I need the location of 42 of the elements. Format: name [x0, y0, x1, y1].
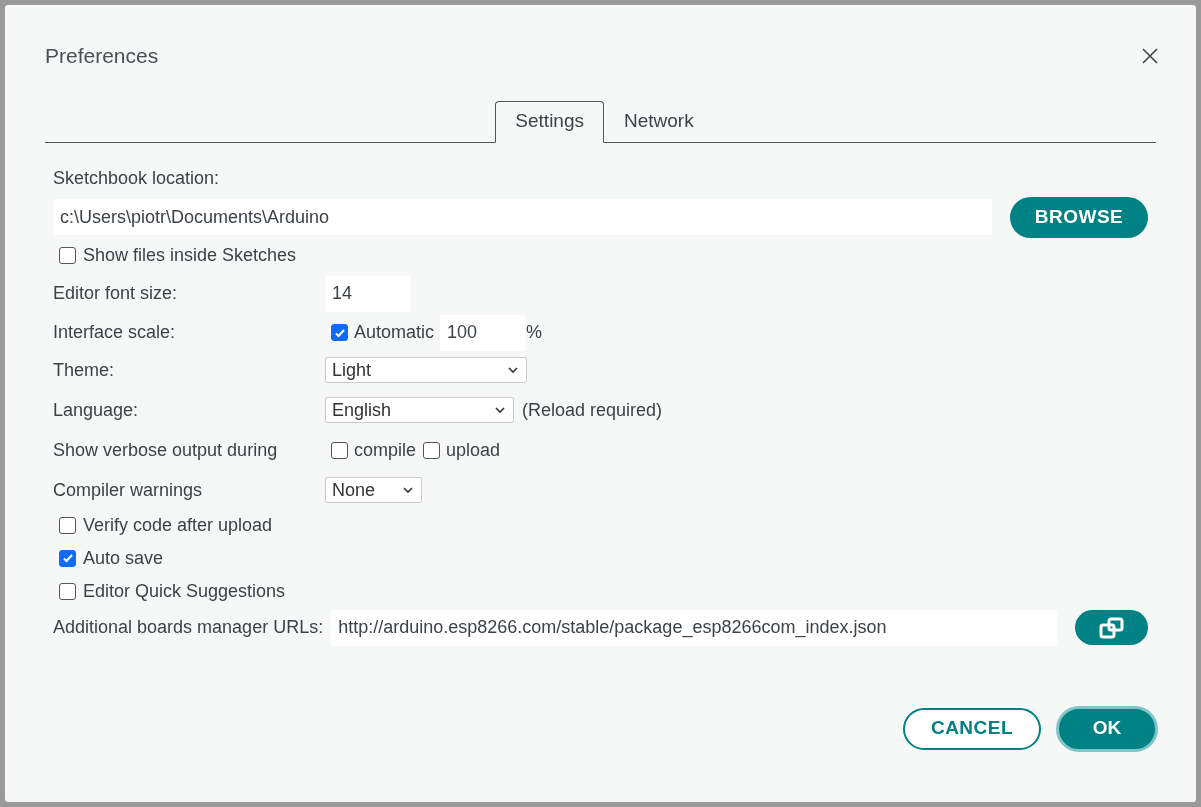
- checkbox[interactable]: [59, 516, 76, 534]
- checkbox[interactable]: [331, 324, 348, 341]
- field-label: Editor font size:: [53, 282, 179, 305]
- checkbox-label: compile: [354, 438, 417, 462]
- checkbox[interactable]: [59, 246, 76, 264]
- checkbox-label: Show files inside Sketches: [83, 243, 297, 267]
- unit-label: %: [526, 321, 543, 344]
- input-field[interactable]: 100: [440, 314, 526, 351]
- cancel-button[interactable]: CANCEL: [903, 707, 1041, 750]
- language-dropdown[interactable]: English: [325, 397, 514, 423]
- checkmark-icon: [61, 552, 74, 564]
- input-field[interactable]: http://arduino.esp8266.com/stable/package_esp8266com_index.json: [331, 609, 1057, 646]
- checkbox-label: upload: [446, 438, 501, 462]
- checkbox-label: Editor Quick Suggestions: [83, 579, 286, 603]
- field-label: Sketchbook location:: [53, 166, 221, 190]
- tab[interactable]: Network: [604, 100, 714, 143]
- close-button[interactable]: [1141, 46, 1159, 65]
- checkbox-label: Automatic: [354, 321, 435, 344]
- checkbox[interactable]: [423, 441, 441, 459]
- browse-button[interactable]: BROWSE: [1010, 196, 1148, 238]
- edit-urls-button[interactable]: [1075, 610, 1148, 645]
- checkbox[interactable]: [331, 441, 348, 459]
- tab[interactable]: Settings: [495, 100, 604, 143]
- checkbox-label: Auto save: [83, 546, 164, 570]
- input-field[interactable]: c:\Users\piotr\Documents\Arduino: [53, 199, 992, 235]
- field-label: Theme:: [53, 358, 116, 382]
- ok-button[interactable]: OK: [1056, 705, 1158, 752]
- field-label: Show verbose output during: [53, 438, 279, 462]
- checkbox[interactable]: [59, 582, 76, 600]
- field-label: Interface scale:: [53, 321, 177, 344]
- theme-dropdown[interactable]: Light: [325, 357, 527, 383]
- field-label: Compiler warnings: [53, 478, 204, 502]
- field-label: Additional boards manager URLs:: [53, 616, 324, 639]
- overlapping-windows-icon: [1098, 616, 1125, 639]
- checkbox[interactable]: [59, 549, 76, 567]
- note-text: (Reload required): [522, 398, 663, 422]
- dialog-title: Preferences: [45, 43, 159, 69]
- checkbox-label: Verify code after upload: [83, 513, 273, 537]
- warnings-dropdown[interactable]: None: [325, 477, 422, 503]
- close-icon: [1141, 46, 1159, 65]
- input-field[interactable]: 14: [325, 275, 411, 312]
- field-label: Language:: [53, 398, 140, 422]
